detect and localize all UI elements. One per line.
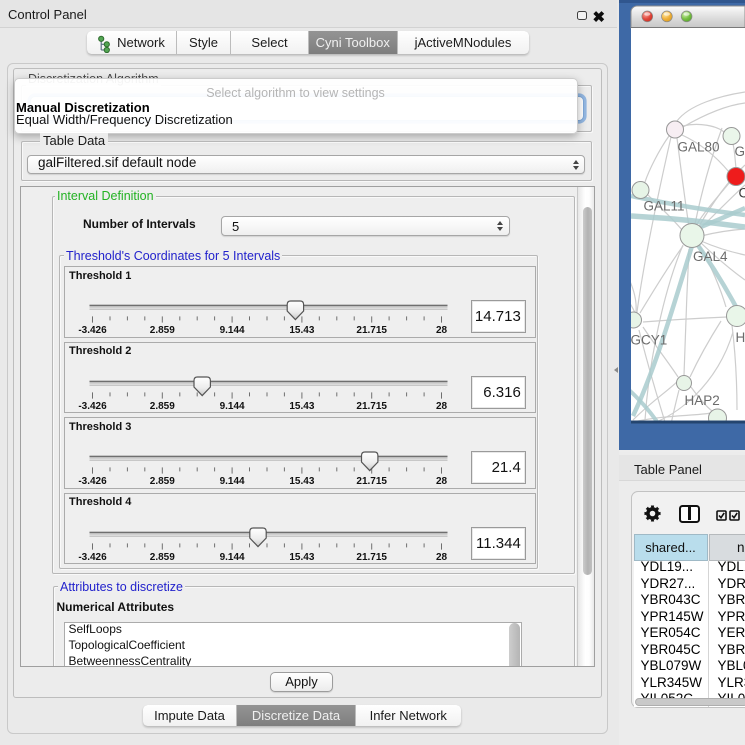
svg-text:GAL80: GAL80 (678, 140, 720, 155)
svg-text:-3.426: -3.426 (78, 552, 107, 563)
svg-text:HAP2: HAP2 (685, 393, 720, 408)
svg-text:21.715: 21.715 (356, 476, 387, 487)
svg-text:15.43: 15.43 (289, 325, 314, 336)
svg-text:21.715: 21.715 (356, 325, 387, 336)
svg-text:21.715: 21.715 (356, 552, 387, 563)
svg-text:2.859: 2.859 (149, 325, 174, 336)
svg-text:9.144: 9.144 (219, 476, 244, 487)
svg-text:28: 28 (435, 552, 447, 563)
svg-text:-3.426: -3.426 (78, 476, 107, 487)
svg-text:9.144: 9.144 (219, 325, 244, 336)
svg-text:-3.426: -3.426 (78, 325, 107, 336)
svg-text:28: 28 (435, 325, 447, 336)
svg-text:9.144: 9.144 (219, 552, 244, 563)
svg-text:21.715: 21.715 (356, 401, 387, 412)
svg-text:28: 28 (435, 476, 447, 487)
svg-text:2.859: 2.859 (149, 552, 174, 563)
svg-text:C: C (739, 186, 745, 201)
svg-text:15.43: 15.43 (289, 476, 314, 487)
svg-text:9.144: 9.144 (219, 401, 244, 412)
svg-text:2.859: 2.859 (149, 476, 174, 487)
svg-text:2.859: 2.859 (149, 401, 174, 412)
svg-text:-3.426: -3.426 (78, 401, 107, 412)
svg-text:H: H (736, 330, 745, 345)
svg-text:GA: GA (735, 144, 745, 159)
svg-text:15.43: 15.43 (289, 552, 314, 563)
svg-text:GCY1: GCY1 (631, 333, 668, 348)
svg-text:GAL4: GAL4 (693, 249, 728, 264)
svg-text:15.43: 15.43 (289, 401, 314, 412)
svg-text:GAL11: GAL11 (644, 199, 685, 214)
svg-text:28: 28 (435, 401, 447, 412)
